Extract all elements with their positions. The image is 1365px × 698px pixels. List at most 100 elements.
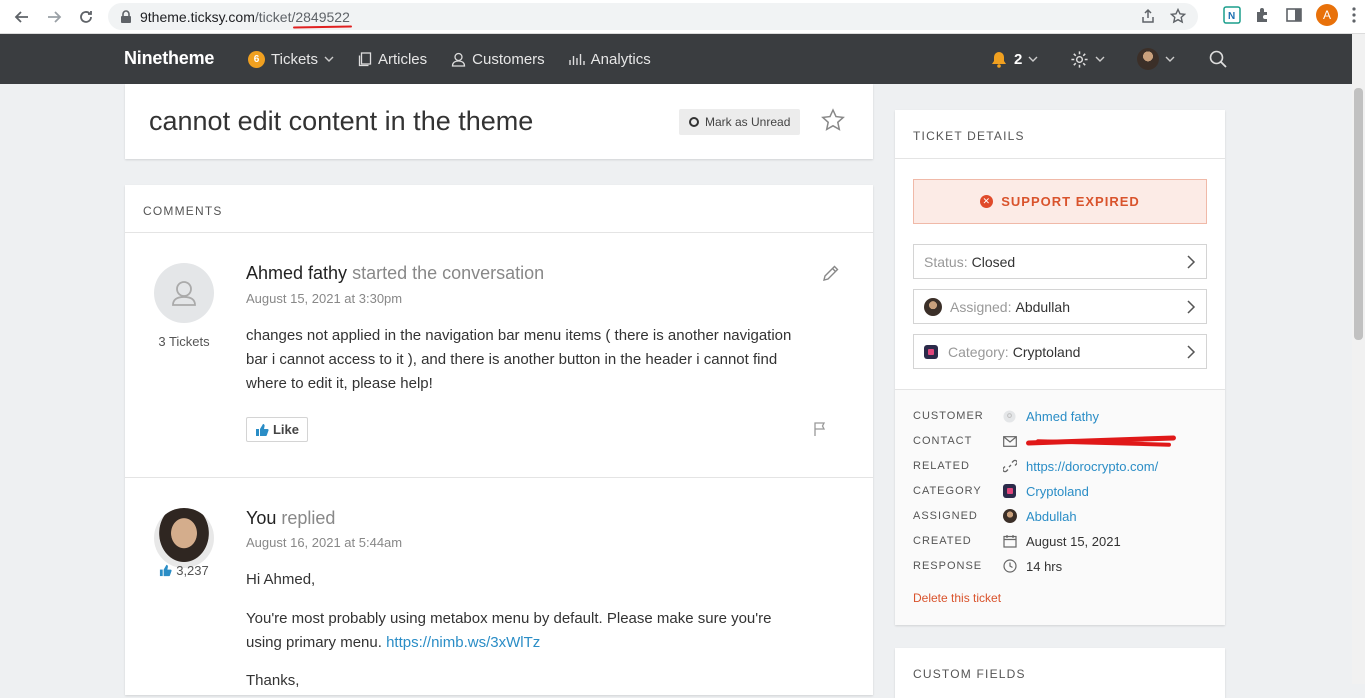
comment-author: Ahmed fathy started the conversation bbox=[246, 263, 544, 284]
assignee-avatar bbox=[1003, 509, 1017, 523]
user-avatar bbox=[1137, 48, 1160, 70]
user-menu[interactable] bbox=[1137, 48, 1175, 70]
customer-link[interactable]: Ahmed fathy bbox=[1026, 409, 1099, 424]
author-name: You bbox=[246, 508, 277, 528]
flag-icon bbox=[814, 422, 826, 436]
author-action: started the conversation bbox=[352, 263, 545, 283]
flag-comment-button[interactable] bbox=[813, 421, 829, 437]
chevron-right-icon bbox=[1187, 255, 1196, 269]
circle-icon bbox=[689, 117, 699, 127]
comment-author: You replied bbox=[246, 508, 335, 529]
mark-unread-button[interactable]: Mark as Unread bbox=[679, 109, 800, 135]
meta-label: CATEGORY bbox=[913, 485, 982, 497]
bell-icon bbox=[992, 52, 1006, 68]
notifications-menu[interactable]: 2 bbox=[990, 50, 1038, 68]
meta-contact: CONTACT bbox=[913, 431, 1213, 451]
user-placeholder-icon bbox=[172, 281, 196, 306]
meta-label: ASSIGNED bbox=[913, 510, 978, 522]
thumbs-up-icon bbox=[160, 564, 172, 577]
category-dropdown[interactable]: Category: Cryptoland bbox=[913, 334, 1207, 369]
chevron-down-icon bbox=[324, 56, 334, 62]
kebab-menu-icon[interactable] bbox=[1351, 6, 1357, 24]
author-name[interactable]: Ahmed fathy bbox=[246, 263, 347, 283]
created-value: August 15, 2021 bbox=[1026, 533, 1121, 549]
extension-n-icon[interactable]: N bbox=[1223, 6, 1241, 24]
profile-avatar[interactable]: A bbox=[1316, 4, 1338, 26]
meta-related: RELATED https://dorocrypto.com/ bbox=[913, 456, 1213, 476]
back-button[interactable] bbox=[6, 0, 38, 34]
comment-date: August 15, 2021 at 3:30pm bbox=[246, 291, 403, 306]
meta-assigned: ASSIGNED Abdullah bbox=[913, 506, 1213, 526]
ticket-meta: CUSTOMER Ahmed fathy CONTACT RELATED htt… bbox=[895, 389, 1225, 625]
share-icon[interactable] bbox=[1140, 8, 1156, 24]
like-button[interactable]: Like bbox=[246, 417, 308, 442]
scrollbar-thumb[interactable] bbox=[1354, 88, 1363, 340]
favorite-star-button[interactable] bbox=[821, 108, 845, 132]
chevron-down-icon bbox=[1165, 56, 1175, 62]
search-button[interactable] bbox=[1209, 50, 1227, 68]
delete-ticket-link[interactable]: Delete this ticket bbox=[913, 591, 1001, 605]
assigned-key: Assigned: bbox=[950, 298, 1012, 315]
edit-comment-button[interactable] bbox=[822, 264, 840, 282]
forward-button[interactable] bbox=[38, 0, 70, 34]
nav-customers[interactable]: Customers bbox=[451, 51, 545, 68]
settings-menu[interactable] bbox=[1070, 50, 1105, 69]
support-expired-banner: ✕ SUPPORT EXPIRED bbox=[913, 179, 1207, 224]
address-bar[interactable]: 9theme.ticksy.com/ticket/2849522 bbox=[108, 3, 1198, 30]
nav-tickets[interactable]: 6 Tickets bbox=[248, 50, 334, 68]
articles-icon bbox=[358, 51, 372, 66]
status-key: Status: bbox=[924, 253, 968, 270]
ticket-title: cannot edit content in the theme bbox=[149, 106, 534, 136]
chevron-right-icon bbox=[1187, 300, 1196, 314]
arrow-left-icon bbox=[14, 11, 28, 23]
meta-label: RELATED bbox=[913, 460, 970, 472]
meta-created: CREATED August 15, 2021 bbox=[913, 531, 1213, 551]
category-logo-icon bbox=[924, 344, 938, 359]
meta-category: CATEGORY Cryptoland bbox=[913, 481, 1213, 501]
nav-customers-label: Customers bbox=[472, 50, 545, 68]
puzzle-icon[interactable] bbox=[1254, 6, 1272, 24]
browser-toolbar: 9theme.ticksy.com/ticket/2849522 N A bbox=[0, 0, 1365, 34]
comment-greeting: Hi Ahmed, bbox=[246, 571, 316, 588]
envelope-icon bbox=[1003, 435, 1017, 447]
comment-closing: Thanks, bbox=[246, 672, 300, 689]
agent-likes-count: 3,237 bbox=[176, 563, 209, 578]
response-value: 14 hrs bbox=[1026, 558, 1063, 574]
side-panel-icon[interactable] bbox=[1285, 6, 1303, 24]
category-key: Category: bbox=[948, 343, 1009, 360]
url-host: 9theme.ticksy.com bbox=[140, 8, 255, 25]
assignee-avatar bbox=[924, 297, 942, 316]
category-link[interactable]: Cryptoland bbox=[1026, 484, 1089, 499]
status-value: Closed bbox=[971, 253, 1016, 270]
reload-icon bbox=[80, 11, 92, 23]
chevron-down-icon bbox=[1095, 56, 1105, 62]
bookmark-star-icon[interactable] bbox=[1170, 8, 1186, 24]
agent-likes: 3,237 bbox=[125, 563, 243, 578]
comment-item: 3,237 You replied August 16, 2021 at 5:4… bbox=[125, 478, 873, 695]
notifications-count: 2 bbox=[1014, 50, 1023, 68]
assigned-dropdown[interactable]: Assigned: Abdullah bbox=[913, 289, 1207, 324]
details-section-label: TICKET DETAILS bbox=[913, 129, 1025, 143]
related-link[interactable]: https://dorocrypto.com/ bbox=[1026, 459, 1158, 474]
status-dropdown[interactable]: Status: Closed bbox=[913, 244, 1207, 279]
meta-response: RESPONSE 14 hrs bbox=[913, 556, 1213, 576]
nav-articles-label: Articles bbox=[377, 50, 428, 68]
assignee-link[interactable]: Abdullah bbox=[1026, 509, 1077, 524]
nav-analytics-label: Analytics bbox=[590, 50, 651, 68]
nav-articles[interactable]: Articles bbox=[358, 51, 427, 68]
comments-header: COMMENTS bbox=[125, 185, 873, 233]
tickets-count-badge: 6 bbox=[248, 50, 265, 68]
thumbs-up-icon bbox=[255, 423, 269, 436]
redacted-contact bbox=[1026, 436, 1176, 446]
comment-body-link[interactable]: https://nimb.ws/3xWlTz bbox=[386, 634, 540, 651]
category-logo-icon bbox=[1003, 484, 1016, 498]
arrow-right-icon bbox=[48, 11, 62, 23]
lock-icon bbox=[121, 9, 131, 23]
nav-analytics[interactable]: Analytics bbox=[568, 50, 651, 68]
brand-logo[interactable]: Ninetheme bbox=[124, 48, 214, 69]
reload-button[interactable] bbox=[70, 0, 102, 34]
clock-icon bbox=[1003, 559, 1017, 573]
meta-label: CUSTOMER bbox=[913, 410, 984, 422]
mark-unread-label: Mark as Unread bbox=[705, 115, 791, 129]
chevron-right-icon bbox=[1187, 345, 1196, 359]
